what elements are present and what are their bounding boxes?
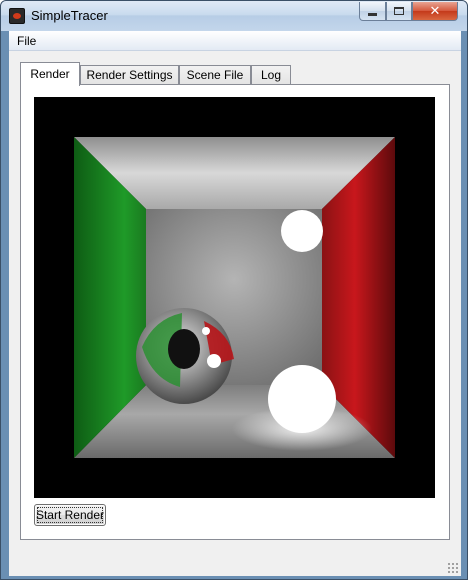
app-icon[interactable] xyxy=(9,8,25,24)
close-icon: ✕ xyxy=(429,3,441,18)
app-window: SimpleTracer ✕ File Render Render Settin… xyxy=(0,0,468,580)
client-area: File Render Render Settings Scene File L… xyxy=(9,31,461,576)
tab-render[interactable]: Render xyxy=(20,62,80,86)
menu-bar: File xyxy=(9,31,461,51)
tab-log[interactable]: Log xyxy=(251,65,291,85)
menu-file[interactable]: File xyxy=(11,33,42,49)
close-button[interactable]: ✕ xyxy=(412,2,458,21)
tab-render-settings[interactable]: Render Settings xyxy=(80,65,179,85)
tab-scene-file[interactable]: Scene File xyxy=(179,65,251,85)
resize-grip-icon[interactable] xyxy=(447,562,459,574)
title-bar[interactable]: SimpleTracer ✕ xyxy=(1,1,467,31)
maximize-icon xyxy=(394,7,404,15)
render-viewport xyxy=(34,97,435,498)
minimize-button[interactable] xyxy=(359,2,386,21)
minimize-icon xyxy=(368,12,377,16)
render-tab-panel: Start Render xyxy=(20,84,450,540)
start-render-button[interactable]: Start Render xyxy=(34,504,106,526)
rendered-image xyxy=(34,97,435,498)
window-title: SimpleTracer xyxy=(31,8,108,23)
maximize-button[interactable] xyxy=(386,2,412,21)
